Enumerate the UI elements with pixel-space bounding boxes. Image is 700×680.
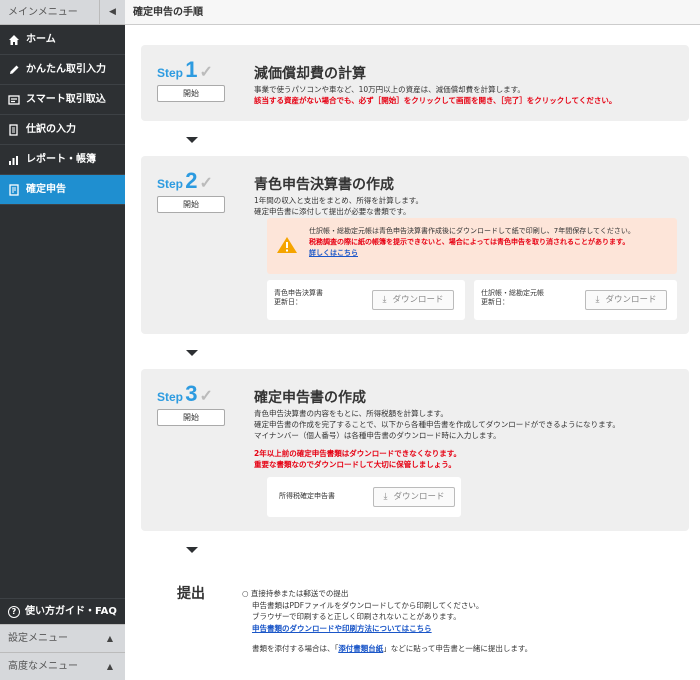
- help-icon: ?: [8, 605, 20, 618]
- download-button[interactable]: ⤓ ダウンロード: [372, 290, 454, 310]
- settings-menu-label: 設定メニュー: [8, 633, 68, 644]
- bookkeeping-warning: 仕訳帳・総勘定元帳は青色申告決算書作成後にダウンロードして紙で印刷し、7年間保存…: [267, 218, 677, 274]
- step-1-title: 減価償却費の計算: [254, 66, 366, 82]
- chevron-up-icon: ▲: [106, 634, 113, 643]
- main-menu-title: メインメニュー: [8, 7, 78, 18]
- sidebar-item-label: かんたん取引入力: [26, 63, 106, 75]
- download-item-title: 所得税確定申告書: [279, 492, 335, 500]
- sidebar-item-reports[interactable]: レポート・帳簿: [0, 145, 125, 175]
- step-2-label: Step 2 ✓: [157, 168, 213, 193]
- sidebar-item-easy-entry[interactable]: かんたん取引入力: [0, 55, 125, 85]
- journal-icon: [8, 123, 20, 136]
- warning-text: 仕訳帳・総勘定元帳は青色申告決算書作成後にダウンロードして紙で印刷し、7年間保存…: [309, 227, 635, 259]
- sidebar-item-guide-faq[interactable]: ? 使い方ガイド・FAQ: [0, 598, 125, 624]
- sidebar-item-label: 仕訳の入力: [26, 123, 76, 135]
- download-button[interactable]: ⤓ ダウンロード: [585, 290, 667, 310]
- down-arrow-icon: [186, 137, 198, 143]
- home-icon: [8, 34, 20, 46]
- details-link[interactable]: 詳しくはこちら: [309, 248, 635, 259]
- download-icon: ⤓: [382, 295, 387, 305]
- step-1-label: Step 1 ✓: [157, 57, 213, 82]
- settings-menu-toggle[interactable]: 設定メニュー ▲: [0, 624, 125, 652]
- updated-date-label: 更新日：: [481, 298, 509, 306]
- sidebar-item-label: スマート取引取込: [26, 93, 106, 105]
- pencil-icon: [8, 64, 20, 76]
- sidebar-item-home[interactable]: ホーム: [0, 25, 125, 55]
- sidebar-item-smart-import[interactable]: スマート取引取込: [0, 85, 125, 115]
- step-3-label: Step 3 ✓: [157, 381, 213, 406]
- report-icon: [8, 154, 20, 166]
- import-icon: [8, 94, 20, 106]
- step-3-description: 青色申告決算書の内容をもとに、所得税額を計算します。 確定申告書の作成を完了する…: [254, 409, 620, 469]
- step-1-description: 事業で使うパソコンや車など、10万円以上の資産は、減価償却費を計算します。 該当…: [254, 85, 617, 105]
- step-2-title: 青色申告決算書の作成: [254, 177, 394, 193]
- down-arrow-icon: [186, 547, 198, 553]
- sidebar-item-label: ホーム: [26, 33, 56, 45]
- procedure-steps: Step 1 ✓ 開始 減価償却費の計算 事業で使うパソコンや車など、10万円以上…: [125, 25, 700, 680]
- sidebar: メインメニュー ◀ ホーム かんたん取引入力 スマート取引取込 仕訳の入力 レポ…: [0, 0, 125, 680]
- check-icon: ✓: [199, 64, 213, 81]
- download-icon: ⤓: [383, 492, 388, 502]
- step-3-title: 確定申告書の作成: [254, 390, 366, 406]
- advanced-menu-label: 高度なメニュー: [8, 661, 78, 672]
- print-method-link[interactable]: 申告書類のダウンロードや印刷方法についてはこちら: [252, 624, 432, 633]
- warning-icon: [277, 237, 297, 253]
- sidebar-item-label: レポート・帳簿: [26, 153, 96, 165]
- step-1-start-button[interactable]: 開始: [157, 85, 225, 102]
- sidebar-item-label: 確定申告: [26, 183, 66, 195]
- sidebar-item-label: 使い方ガイド・FAQ: [25, 605, 117, 617]
- sidebar-item-tax-return[interactable]: 確定申告: [0, 175, 125, 205]
- collapse-sidebar-button[interactable]: ◀: [99, 0, 125, 25]
- chevron-up-icon: ▲: [106, 662, 113, 671]
- page-title: 確定申告の手順: [125, 0, 700, 25]
- income-tax-return-download: 所得税確定申告書 ⤓ ダウンロード: [267, 477, 461, 517]
- download-item-title: 仕訳帳・総勘定元帳: [481, 289, 544, 297]
- ledger-download: 仕訳帳・総勘定元帳 更新日： ⤓ ダウンロード: [474, 280, 677, 320]
- submission-instructions: ○ 直接持参または郵送での提出 申告書類はPDFファイルをダウンロードしてから印…: [242, 589, 533, 653]
- step-3-start-button[interactable]: 開始: [157, 409, 225, 426]
- step-2-card: Step 2 ✓ 開始 青色申告決算書の作成 1年間の収入と支出をまとめ、所得を計…: [141, 156, 689, 334]
- sidebar-bottom: ? 使い方ガイド・FAQ 設定メニュー ▲ 高度なメニュー ▲: [0, 598, 125, 680]
- step-2-description: 1年間の収入と支出をまとめ、所得を計算します。 確定申告書に添付して提出が必要な…: [254, 196, 424, 216]
- main-menu-header: メインメニュー ◀: [0, 0, 125, 25]
- down-arrow-icon: [186, 350, 198, 356]
- download-button[interactable]: ⤓ ダウンロード: [373, 487, 455, 507]
- step-3-card: Step 3 ✓ 開始 確定申告書の作成 青色申告決算書の内容をもとに、所得税額を…: [141, 369, 689, 531]
- check-icon: ✓: [199, 388, 213, 405]
- download-item-title: 青色申告決算書: [274, 289, 323, 297]
- step-1-card: Step 1 ✓ 開始 減価償却費の計算 事業で使うパソコンや車など、10万円以上…: [141, 45, 689, 121]
- updated-date-label: 更新日：: [274, 298, 302, 306]
- download-icon: ⤓: [595, 295, 600, 305]
- attachment-sheet-link[interactable]: 添付書類台紙: [338, 644, 383, 653]
- submission-option: ○ 直接持参または郵送での提出: [242, 589, 349, 598]
- submission-title: 提出: [177, 586, 205, 602]
- tax-return-icon: [8, 183, 20, 196]
- sidebar-item-journal[interactable]: 仕訳の入力: [0, 115, 125, 145]
- advanced-menu-toggle[interactable]: 高度なメニュー ▲: [0, 652, 125, 680]
- step-2-start-button[interactable]: 開始: [157, 196, 225, 213]
- main-content: 確定申告の手順 Step 1 ✓ 開始 減価償却費の計算 事業で使うパソコンや車な…: [125, 0, 700, 680]
- blue-return-statement-download: 青色申告決算書 更新日： ⤓ ダウンロード: [267, 280, 465, 320]
- check-icon: ✓: [199, 175, 213, 192]
